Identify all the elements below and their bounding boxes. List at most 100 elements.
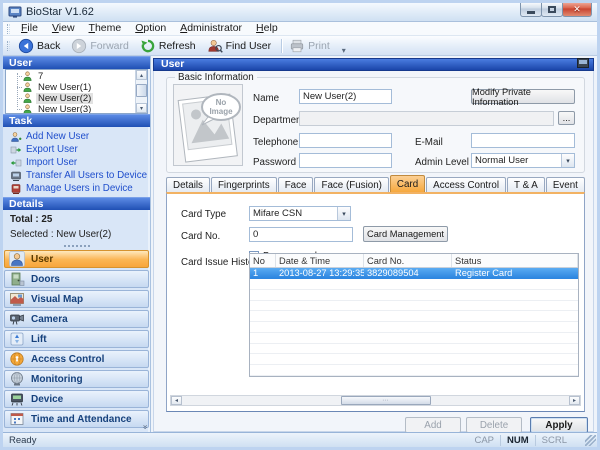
page-title: User [161,58,184,71]
import-user-icon [10,157,22,169]
sidebar-item-user[interactable]: User [4,250,149,268]
sidebar-item-visual-map[interactable]: Visual Map [4,290,149,308]
tabstrip: Details Fingerprints Face Face (Fusion) … [166,175,585,192]
main-content: Basic Information No [153,71,594,432]
task-transfer-all-users[interactable]: Transfer All Users to Device [3,169,150,182]
column-header-no[interactable]: No [250,254,276,267]
telephone-field[interactable] [299,133,392,148]
sidebar-item-doors[interactable]: Doors [4,270,149,288]
close-button[interactable]: ✕ [562,2,592,17]
tree-scrollbar[interactable]: ▴ ▾ [135,70,147,113]
tab-card[interactable]: Card [390,175,425,192]
minimize-button[interactable] [520,2,542,17]
tree-item-user[interactable]: New User(3) [6,104,135,114]
user-nav-icon [9,251,25,267]
department-field[interactable] [299,111,554,126]
sidebar-item-time-and-attendance[interactable]: Time and Attendance [4,410,149,428]
table-row-empty [250,311,578,322]
window-controls: ✕ [521,2,592,17]
delete-button[interactable]: Delete [466,417,522,433]
panel-header-icon[interactable] [577,58,589,72]
close-icon: ✕ [573,4,581,15]
sidebar-item-access-control[interactable]: Access Control [4,350,149,368]
modify-private-information-button[interactable]: Modify Private Information [471,89,575,104]
tab-t-and-a[interactable]: T & A [507,177,545,192]
details-block: Total : 25 Selected : New User(2) [3,210,150,242]
horizontal-scrollbar[interactable]: ◂ ⋯ ▸ [170,395,581,406]
tree-item-user[interactable]: New User(1) [6,82,135,93]
scroll-up-icon[interactable]: ▴ [136,70,147,80]
tab-details[interactable]: Details [166,177,210,192]
find-user-button[interactable]: Find User [203,37,279,55]
tab-fingerprints[interactable]: Fingerprints [211,177,277,192]
maximize-button[interactable] [541,2,563,17]
keyboard-state: CAP NUM SCRL [468,435,573,446]
status-text: Ready [9,435,36,446]
svg-text:No: No [216,98,227,107]
tree-item-user[interactable]: 7 [6,71,135,82]
hscroll-thumb[interactable]: ⋯ [341,396,431,405]
tab-face-fusion[interactable]: Face (Fusion) [314,177,388,192]
table-header-row: No Date & Time Card No. Status [250,254,578,268]
sidebar: User 7 New User(1) New User(2) [3,56,151,432]
tab-face[interactable]: Face [278,177,314,192]
apply-button[interactable]: Apply [530,417,588,433]
sidebar-item-monitoring[interactable]: Monitoring [4,370,149,388]
card-type-select[interactable]: Mifare CSN ▾ [249,206,351,221]
task-export-user[interactable]: Export User [3,143,150,156]
nav-expander-icon[interactable]: » [141,425,149,429]
task-import-user[interactable]: Import User [3,156,150,169]
password-field[interactable] [299,153,392,168]
user-photo[interactable]: No Image [173,84,243,166]
card-management-button[interactable]: Card Management [363,226,448,242]
column-header-card-no[interactable]: Card No. [364,254,452,267]
tree-scroll-thumb[interactable] [136,84,147,97]
group-title: Basic Information [175,72,257,83]
task-add-new-user[interactable]: Add New User [3,130,150,143]
column-header-date-time[interactable]: Date & Time [276,254,364,267]
print-button[interactable]: Print [285,37,337,55]
chevron-down-icon: ▾ [337,207,350,220]
menu-administrator[interactable]: Administrator [173,22,249,35]
email-field[interactable] [471,133,575,148]
app-window: BioStar V1.62 ✕ File View Theme Option A… [0,0,600,450]
resize-grip[interactable] [585,435,596,446]
sidebar-item-lift[interactable]: Lift [4,330,149,348]
sidebar-splitter[interactable] [3,242,150,249]
scroll-down-icon[interactable]: ▾ [136,103,147,113]
menu-file[interactable]: File [14,22,45,35]
task-manage-users-in-device[interactable]: Manage Users in Device [3,182,150,195]
department-browse-button[interactable]: ... [558,111,575,125]
add-button[interactable]: Add [405,417,461,433]
refresh-icon [140,38,156,54]
toolbar-overflow[interactable]: ▾ [339,46,349,55]
admin-level-select[interactable]: Normal User ▾ [471,153,575,168]
name-field[interactable] [299,89,392,104]
column-header-status[interactable]: Status [452,254,578,267]
menu-view[interactable]: View [45,22,82,35]
menu-option[interactable]: Option [128,22,173,35]
forward-button[interactable]: Forward [67,37,136,55]
tree-item-user-selected[interactable]: New User(2) [6,93,135,104]
menu-help[interactable]: Help [249,22,285,35]
sidebar-item-device[interactable]: Device [4,390,149,408]
scroll-left-icon[interactable]: ◂ [171,396,182,405]
menu-theme[interactable]: Theme [82,22,129,35]
tab-access-control[interactable]: Access Control [426,177,506,192]
refresh-button[interactable]: Refresh [136,37,203,55]
back-button[interactable]: Back [14,37,67,55]
card-no-field[interactable] [249,227,353,242]
chevron-down-icon: ▾ [561,154,574,167]
toolbar: Back Forward Refresh Find User Print [3,36,597,56]
doors-icon [9,271,25,287]
tab-event[interactable]: Event [546,177,585,192]
admin-level-label: Admin Level [415,157,469,168]
titlebar[interactable]: BioStar V1.62 ✕ [3,3,597,22]
minimize-icon [527,11,535,14]
scroll-right-icon[interactable]: ▸ [569,396,580,405]
sidebar-item-camera[interactable]: Camera [4,310,149,328]
table-row-selected[interactable]: 1 2013-08-27 13:29:35 3829089504 Registe… [250,268,578,279]
table-row-empty [250,354,578,365]
sidebar-details-header: Details [3,197,150,210]
sidebar-user-header: User [3,56,150,69]
